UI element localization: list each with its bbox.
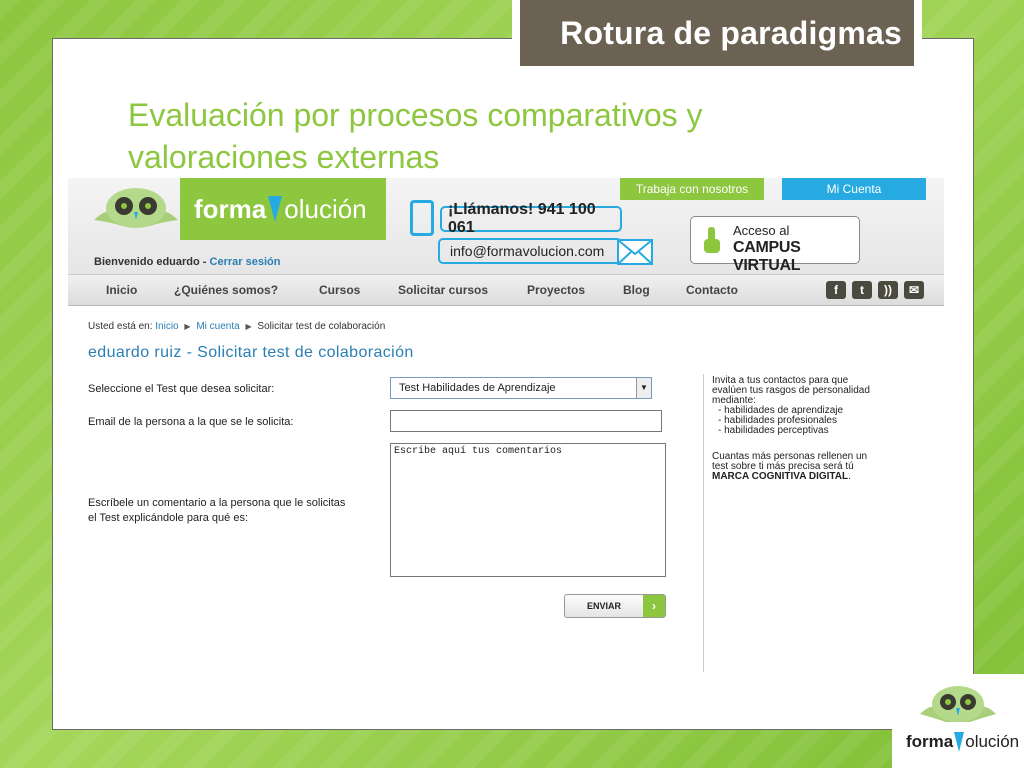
brand-highlight: MARCA COGNITIVA DIGITAL	[712, 471, 849, 482]
welcome-text: Bienvenido eduardo	[94, 256, 200, 268]
sidebar-outro: Cuantas más personas rellenen un test so…	[712, 452, 867, 482]
corner-logo-forma: forma	[906, 732, 954, 751]
nav-item-inicio[interactable]: Inicio	[106, 283, 137, 297]
logo-forma-text: forma	[194, 193, 267, 224]
arrow-right-icon: ›	[643, 595, 665, 617]
work-with-us-button[interactable]: Trabaja con nosotros	[620, 178, 764, 200]
sidebar-intro: Invita a tus contactos para que evalúen …	[712, 376, 870, 436]
nav-item-contacto[interactable]: Contacto	[686, 283, 738, 297]
test-select-value: Test Habilidades de Aprendizaje	[399, 382, 556, 394]
breadcrumb-prefix: Usted está en:	[88, 321, 153, 332]
nav-item-blog[interactable]: Blog	[623, 283, 650, 297]
sidebar-period: .	[848, 471, 851, 482]
phone-banner[interactable]: ¡Llámanos! 941 100 061	[440, 201, 622, 236]
welcome-separator: -	[199, 256, 210, 268]
facebook-icon[interactable]: f	[826, 281, 846, 299]
subtitle-line-2: valoraciones externas	[128, 139, 440, 175]
slide-title-frame: Rotura de paradigmas	[512, 0, 922, 76]
test-select[interactable]: Test Habilidades de Aprendizaje ▼	[390, 377, 652, 399]
breadcrumb-current: Solicitar test de colaboración	[257, 321, 386, 332]
envelope-icon	[617, 239, 653, 265]
campus-line-2: CAMPUS VIRTUAL	[733, 239, 801, 274]
comment-label: Escríbele un comentario a la persona que…	[88, 496, 345, 526]
owl-logo-icon	[920, 686, 996, 722]
page-title: eduardo ruiz - Solicitar test de colabor…	[88, 344, 414, 361]
logo-pin-icon	[954, 732, 965, 752]
sidebar-divider	[703, 374, 704, 672]
brand-logo[interactable]: forma olución	[180, 178, 386, 240]
email-field[interactable]	[390, 410, 662, 432]
site-header: forma olución ¡Llámanos! 941 100 061 inf…	[68, 178, 944, 274]
campus-line-1: Acceso al	[733, 223, 790, 238]
hand-pointer-icon	[704, 227, 720, 253]
twitter-icon[interactable]: t	[852, 281, 872, 299]
welcome-message: Bienvenido eduardo - Cerrar sesión	[94, 256, 280, 268]
comment-label-line-1: Escríbele un comentario a la persona que…	[88, 497, 346, 509]
phone-icon	[410, 200, 434, 236]
send-button[interactable]: ENVIAR ›	[564, 594, 666, 618]
nav-item-proyectos[interactable]: Proyectos	[527, 283, 585, 297]
website-screenshot: forma olución ¡Llámanos! 941 100 061 inf…	[68, 178, 944, 678]
sidebar-bullet: - habilidades perceptivas	[718, 425, 829, 436]
comment-label-line-2: el Test explicándole para qué es:	[88, 512, 249, 524]
slide-title: Rotura de paradigmas	[560, 14, 902, 51]
slide-subtitle: Evaluación por procesos comparativos y v…	[128, 94, 848, 178]
sidebar-outro-line: MARCA COGNITIVA DIGITAL.	[712, 472, 867, 482]
logout-link[interactable]: Cerrar sesión	[210, 256, 281, 268]
campus-virtual-button[interactable]: Acceso al CAMPUS VIRTUAL	[690, 216, 860, 274]
email-label: Email de la persona a la que se le solic…	[88, 416, 294, 428]
breadcrumb-home[interactable]: Inicio	[155, 321, 178, 332]
nav-item-solicitar-cursos[interactable]: Solicitar cursos	[398, 283, 488, 297]
comment-textarea[interactable]: Escribe aquí tus comentarios	[390, 443, 666, 577]
logo-olucion-text: olución	[284, 193, 367, 224]
breadcrumb: Usted está en: Inicio ▶ Mi cuenta ▶ Soli…	[88, 321, 385, 332]
corner-logo: forma olución	[892, 674, 1024, 768]
chevron-down-icon[interactable]: ▼	[636, 378, 651, 398]
logo-pin-icon	[268, 196, 283, 222]
email-banner[interactable]: info@formavolucion.com	[438, 238, 622, 264]
rss-icon[interactable]: ))	[878, 281, 898, 299]
breadcrumb-arrow-icon: ▶	[245, 322, 252, 331]
subtitle-line-1: Evaluación por procesos comparativos y	[128, 97, 703, 133]
breadcrumb-my-account[interactable]: Mi cuenta	[196, 321, 239, 332]
nav-item-quienes-somos[interactable]: ¿Quiénes somos?	[174, 283, 278, 297]
owl-logo-icon	[94, 188, 178, 228]
slide-title-bar: Rotura de paradigmas	[520, 0, 914, 66]
my-account-button[interactable]: Mi Cuenta	[782, 178, 926, 200]
nav-item-cursos[interactable]: Cursos	[319, 283, 360, 297]
test-select-label: Seleccione el Test que desea solicitar:	[88, 383, 275, 395]
corner-logo-olucion: olución	[965, 732, 1020, 751]
corner-logo-text: forma olución	[906, 732, 1019, 752]
breadcrumb-arrow-icon: ▶	[184, 322, 191, 331]
mail-icon[interactable]: ✉	[904, 281, 924, 299]
main-navbar: Inicio ¿Quiénes somos? Cursos Solicitar …	[68, 274, 944, 306]
send-button-label: ENVIAR	[587, 601, 622, 611]
